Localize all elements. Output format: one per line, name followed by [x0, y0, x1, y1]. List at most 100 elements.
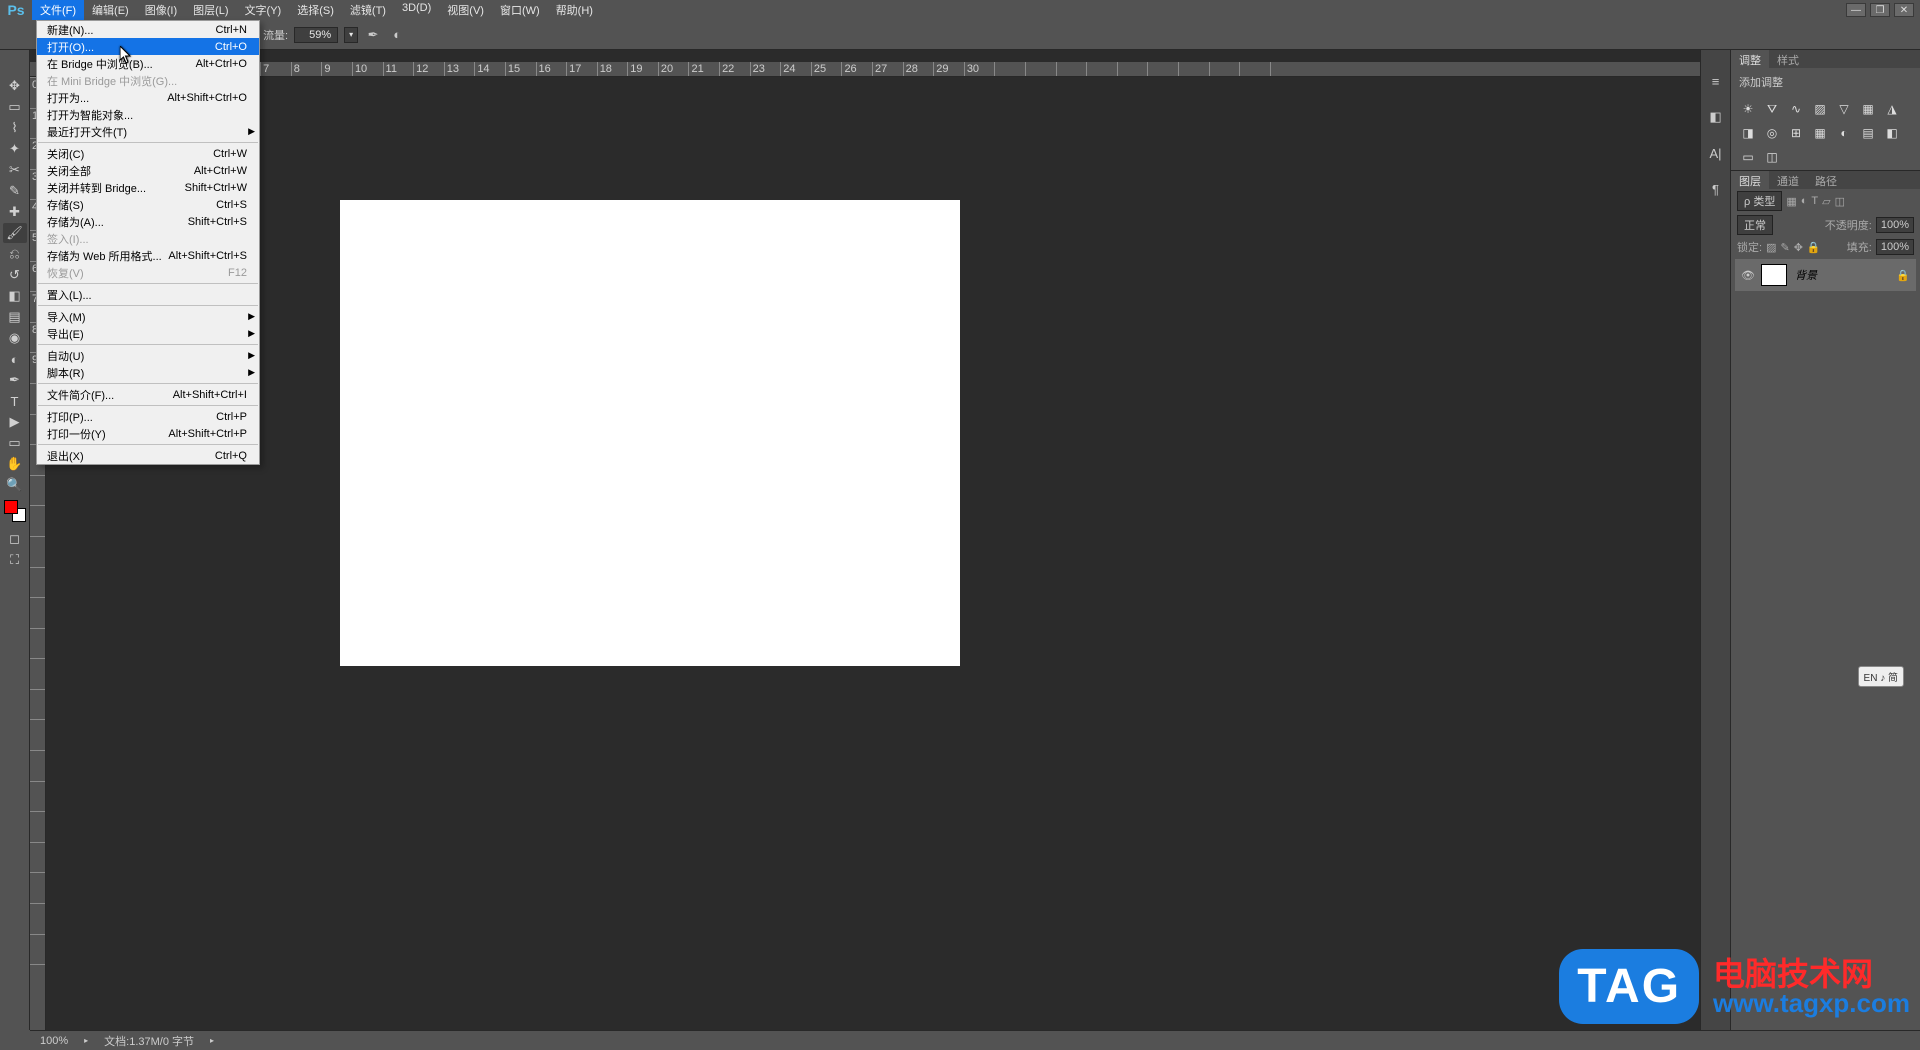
gradmap-icon[interactable]: ▭	[1739, 148, 1757, 166]
brightness-icon[interactable]: ☀	[1739, 100, 1757, 118]
foreground-color-swatch[interactable]	[4, 500, 18, 514]
file-menu-item[interactable]: 打开为智能对象...	[37, 106, 259, 123]
zoom-tool-icon[interactable]: 🔍	[3, 475, 27, 495]
wand-tool-icon[interactable]: ✦	[3, 139, 27, 159]
invert-icon[interactable]: ◐	[1835, 124, 1853, 142]
menu-图层l[interactable]: 图层(L)	[185, 0, 236, 21]
visibility-icon[interactable]: 👁	[1741, 269, 1755, 282]
file-menu-item[interactable]: 脚本(R)▶	[37, 364, 259, 381]
lock-trans-icon[interactable]: ▨	[1766, 241, 1776, 254]
filter-adjust-icon[interactable]: ◐	[1801, 195, 1808, 207]
file-menu-item[interactable]: 在 Bridge 中浏览(B)...Alt+Ctrl+O	[37, 55, 259, 72]
horizontal-ruler[interactable]: 0123456789101112131415161718192021222324…	[46, 62, 1700, 77]
file-menu-item[interactable]: 自动(U)▶	[37, 347, 259, 364]
pressure-size-icon[interactable]: ◐	[388, 26, 406, 44]
stamp-tool-icon[interactable]: ⎌	[3, 244, 27, 264]
tab-adjustments[interactable]: 调整	[1731, 50, 1769, 68]
colorlookup-icon[interactable]: ▦	[1811, 124, 1829, 142]
selective-icon[interactable]: ◫	[1763, 148, 1781, 166]
blur-tool-icon[interactable]: ◉	[3, 328, 27, 348]
layer-thumbnail[interactable]	[1761, 264, 1787, 286]
lock-paint-icon[interactable]: ✎	[1780, 241, 1789, 254]
bw-icon[interactable]: ◨	[1739, 124, 1757, 142]
filter-pixel-icon[interactable]: ▦	[1786, 195, 1796, 208]
document-info[interactable]: 文档:1.37M/0 字节	[104, 1033, 194, 1049]
file-menu-item[interactable]: 存储为(A)...Shift+Ctrl+S	[37, 213, 259, 230]
minimize-button[interactable]: —	[1846, 3, 1866, 17]
file-menu-item[interactable]: 文件简介(F)...Alt+Shift+Ctrl+I	[37, 386, 259, 403]
file-menu-item[interactable]: 存储为 Web 所用格式...Alt+Shift+Ctrl+S	[37, 247, 259, 264]
threshold-icon[interactable]: ◧	[1883, 124, 1901, 142]
menu-图像i[interactable]: 图像(I)	[137, 0, 185, 21]
file-menu-item[interactable]: 关闭全部Alt+Ctrl+W	[37, 162, 259, 179]
menu-视图v[interactable]: 视图(V)	[439, 0, 492, 21]
docinfo-more-icon[interactable]: ▸	[210, 1036, 214, 1045]
zoom-drop-icon[interactable]: ▸	[84, 1036, 88, 1045]
channelmixer-icon[interactable]: ⊞	[1787, 124, 1805, 142]
layer-opacity-value[interactable]: 100%	[1876, 217, 1914, 233]
curves-icon[interactable]: ∿	[1787, 100, 1805, 118]
file-menu-item[interactable]: 打印(P)...Ctrl+P	[37, 408, 259, 425]
menu-滤镜t[interactable]: 滤镜(T)	[342, 0, 394, 21]
ime-indicator[interactable]: EN ♪ 简	[1858, 666, 1904, 687]
tab-layers[interactable]: 图层	[1731, 171, 1769, 189]
file-menu-item[interactable]: 导出(E)▶	[37, 325, 259, 342]
properties-panel-icon[interactable]: ◧	[1705, 106, 1727, 128]
menu-帮助h[interactable]: 帮助(H)	[548, 0, 601, 21]
vibrance-icon[interactable]: ▽	[1835, 100, 1853, 118]
document-canvas[interactable]	[340, 200, 960, 666]
pen-tool-icon[interactable]: ✒	[3, 370, 27, 390]
menu-选择s[interactable]: 选择(S)	[289, 0, 342, 21]
file-menu-item[interactable]: 新建(N)...Ctrl+N	[37, 21, 259, 38]
color-swatches[interactable]	[4, 500, 26, 522]
shape-tool-icon[interactable]: ▭	[3, 433, 27, 453]
maximize-button[interactable]: ❐	[1870, 3, 1890, 17]
filter-type-icon[interactable]: T	[1811, 195, 1818, 207]
file-menu-item[interactable]: 打印一份(Y)Alt+Shift+Ctrl+P	[37, 425, 259, 442]
flow-dropdown[interactable]: ▾	[344, 27, 358, 43]
photofilter-icon[interactable]: ◎	[1763, 124, 1781, 142]
history-panel-icon[interactable]: ≡	[1705, 70, 1727, 92]
posterize-icon[interactable]: ▤	[1859, 124, 1877, 142]
hand-tool-icon[interactable]: ✋	[3, 454, 27, 474]
file-menu-item[interactable]: 最近打开文件(T)▶	[37, 123, 259, 140]
file-menu-item[interactable]: 关闭(C)Ctrl+W	[37, 145, 259, 162]
file-menu-item[interactable]: 导入(M)▶	[37, 308, 259, 325]
eraser-tool-icon[interactable]: ◧	[3, 286, 27, 306]
menu-3dd[interactable]: 3D(D)	[394, 0, 439, 21]
layer-filter-kind[interactable]: ρ 类型	[1737, 191, 1782, 211]
hue-icon[interactable]: ▦	[1859, 100, 1877, 118]
tab-channels[interactable]: 通道	[1769, 171, 1807, 189]
lasso-tool-icon[interactable]: ⌇	[3, 118, 27, 138]
colorbalance-icon[interactable]: ◮	[1883, 100, 1901, 118]
exposure-icon[interactable]: ▨	[1811, 100, 1829, 118]
file-menu-item[interactable]: 存储(S)Ctrl+S	[37, 196, 259, 213]
eyedropper-tool-icon[interactable]: ✎	[3, 181, 27, 201]
fill-value[interactable]: 100%	[1876, 239, 1914, 255]
levels-icon[interactable]: ⛛	[1763, 100, 1781, 118]
paragraph-panel-icon[interactable]: ¶	[1705, 178, 1727, 200]
file-menu-item[interactable]: 退出(X)Ctrl+Q	[37, 447, 259, 464]
filter-smart-icon[interactable]: ◫	[1835, 195, 1845, 208]
screenmode-icon[interactable]: ⛶	[3, 550, 27, 570]
history-brush-icon[interactable]: ↺	[3, 265, 27, 285]
marquee-tool-icon[interactable]: ▭	[3, 97, 27, 117]
zoom-level[interactable]: 100%	[40, 1035, 68, 1047]
brush-tool-icon[interactable]: 🖌	[3, 223, 27, 243]
lock-pos-icon[interactable]: ✥	[1794, 241, 1803, 254]
quickmask-icon[interactable]: ◻	[3, 529, 27, 549]
close-button[interactable]: ✕	[1894, 3, 1914, 17]
filter-shape-icon[interactable]: ▱	[1822, 195, 1830, 208]
gradient-tool-icon[interactable]: ▤	[3, 307, 27, 327]
dodge-tool-icon[interactable]: ◐	[3, 349, 27, 369]
tab-paths[interactable]: 路径	[1807, 171, 1845, 189]
move-tool-icon[interactable]: ✥	[3, 76, 27, 96]
menu-编辑e[interactable]: 编辑(E)	[84, 0, 137, 21]
path-select-icon[interactable]: ▶	[3, 412, 27, 432]
menu-文件f[interactable]: 文件(F)	[32, 0, 84, 21]
file-menu-item[interactable]: 关闭并转到 Bridge...Shift+Ctrl+W	[37, 179, 259, 196]
flow-value[interactable]: 59%	[294, 27, 338, 43]
blend-mode-select[interactable]: 正常	[1737, 215, 1773, 235]
file-menu-item[interactable]: 置入(L)...	[37, 286, 259, 303]
type-tool-icon[interactable]: T	[3, 391, 27, 411]
